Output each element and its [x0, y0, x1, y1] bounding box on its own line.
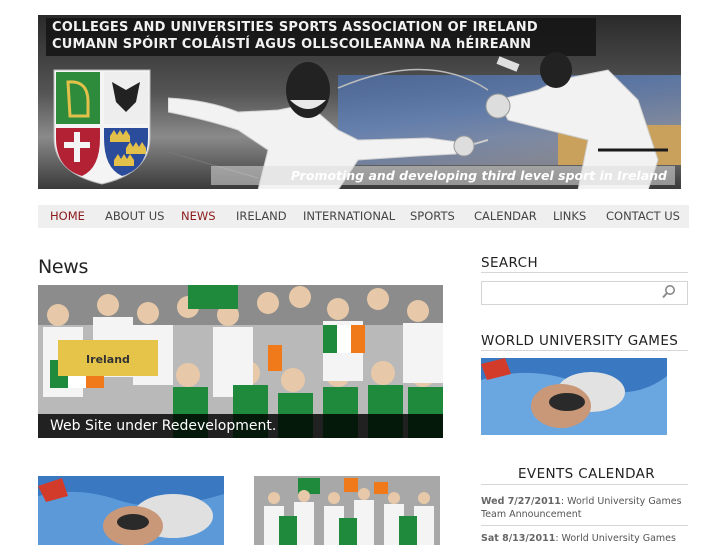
site-title-english: COLLEGES AND UNIVERSITIES SPORTS ASSOCIA… [52, 20, 538, 35]
swimmer-thumbnail-image [38, 476, 224, 545]
site-tagline: Promoting and developing third level spo… [290, 168, 667, 183]
nav-sports[interactable]: SPORTS [410, 205, 455, 228]
divider [481, 272, 688, 273]
divider [481, 525, 688, 526]
nav-news[interactable]: NEWS [181, 205, 216, 228]
search-icon[interactable] [661, 284, 677, 300]
nav-links[interactable]: LINKS [553, 205, 586, 228]
team-thumbnail-image [254, 476, 440, 545]
event-item[interactable]: Wed 7/27/2011: World University Games Te… [481, 495, 686, 521]
main-navigation: HOME ABOUT US NEWS IRELAND INTERNATIONAL… [38, 205, 689, 228]
header-banner: COLLEGES AND UNIVERSITIES SPORTS ASSOCIA… [38, 15, 681, 189]
nav-contact-us[interactable]: CONTACT US [606, 205, 680, 228]
feature-sign-text: Ireland [86, 353, 130, 366]
news-thumbnail-team[interactable] [254, 476, 440, 545]
event-item[interactable]: Sat 8/13/2011: World University Games [481, 532, 686, 545]
search-input[interactable] [481, 281, 688, 305]
wug-image[interactable] [481, 358, 667, 435]
wug-heading: WORLD UNIVERSITY GAMES [481, 333, 679, 349]
event-title: : World University Games [555, 533, 676, 544]
nav-home[interactable]: HOME [50, 205, 85, 228]
event-date: Sat 8/13/2011 [481, 533, 556, 544]
feature-caption[interactable]: Web Site under Redevelopment. [50, 414, 276, 438]
divider [481, 484, 688, 485]
nav-calendar[interactable]: CALENDAR [474, 205, 537, 228]
nav-about-us[interactable]: ABOUT US [105, 205, 164, 228]
search-heading: SEARCH [481, 255, 539, 271]
event-date: Wed 7/27/2011 [481, 496, 561, 507]
nav-ireland[interactable]: IRELAND [236, 205, 287, 228]
nav-international[interactable]: INTERNATIONAL [303, 205, 395, 228]
page-title: News [38, 256, 89, 278]
divider [481, 350, 688, 351]
events-heading: EVENTS CALENDAR [518, 466, 656, 482]
news-thumbnail-swimmer[interactable] [38, 476, 224, 545]
wug-swimmer-image [481, 358, 667, 435]
crest-logo [53, 69, 151, 185]
